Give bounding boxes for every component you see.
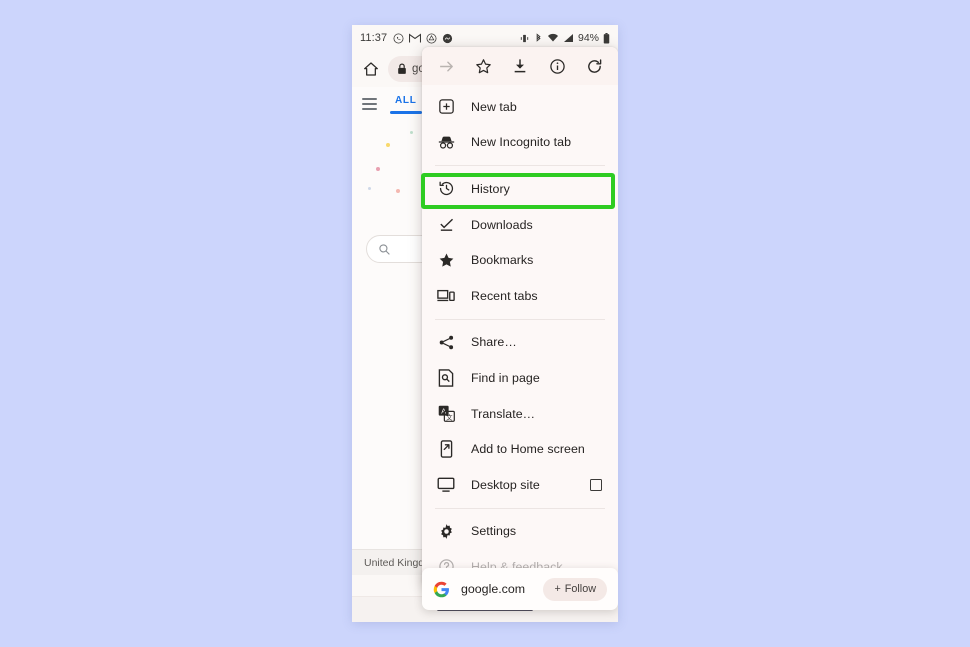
menu-item-label: Find in page: [471, 370, 540, 385]
downloads-check-icon: [435, 214, 457, 236]
status-bar-clock: 11:37: [360, 32, 388, 44]
menu-item-history[interactable]: History: [422, 171, 618, 207]
download-button[interactable]: [508, 54, 532, 78]
translate-icon: A 文: [435, 403, 457, 425]
follow-button[interactable]: + Follow: [543, 577, 607, 601]
bookmark-button[interactable]: [471, 54, 495, 78]
menu-item-share[interactable]: Share…: [422, 325, 618, 361]
incognito-icon: [435, 131, 457, 153]
battery-icon: [603, 32, 610, 43]
doodle-dot: [410, 131, 413, 134]
page-info-button[interactable]: [545, 54, 569, 78]
recent-tabs-icon: [435, 285, 457, 307]
settings-gear-icon: [435, 520, 457, 542]
status-bar-system-icons: 94%: [519, 32, 610, 44]
menu-item-label: Desktop site: [471, 477, 540, 492]
doodle-dot: [396, 189, 400, 193]
desktop-site-icon: [435, 474, 457, 496]
wifi-icon: [547, 33, 558, 42]
menu-item-label: New Incognito tab: [471, 135, 572, 150]
menu-item-label: New tab: [471, 99, 517, 114]
new-tab-icon: [435, 96, 457, 118]
home-icon: [364, 62, 378, 76]
home-button[interactable]: [358, 56, 384, 82]
hamburger-icon[interactable]: [362, 98, 377, 110]
desktop-site-checkbox[interactable]: [590, 478, 602, 491]
site-domain: google.com: [461, 582, 526, 596]
menu-item-bookmarks[interactable]: Bookmarks: [422, 242, 618, 278]
add-to-home-icon: [435, 438, 457, 460]
menu-item-new-tab[interactable]: New tab: [422, 89, 618, 125]
menu-item-label: Translate…: [471, 406, 536, 421]
page-info-icon: [549, 58, 565, 74]
gmail-icon: [409, 33, 422, 43]
menu-item-label: Add to Home screen: [471, 442, 585, 457]
menu-divider: [435, 318, 605, 320]
find-in-page-icon: [435, 367, 457, 389]
doodle-dot: [376, 167, 380, 171]
reload-icon: [587, 58, 601, 73]
bookmark-star-icon: [475, 58, 491, 73]
bluetooth-icon: [536, 32, 541, 42]
menu-item-label: Settings: [471, 524, 517, 539]
status-bar-notification-icons: [393, 33, 453, 44]
menu-item-desktop-site[interactable]: Desktop site: [422, 467, 618, 503]
menu-item-downloads[interactable]: Downloads: [422, 207, 618, 243]
tab-all[interactable]: ALL: [390, 95, 422, 114]
menu-item-label: Share…: [471, 335, 517, 350]
drive-icon: [426, 33, 437, 43]
forward-button[interactable]: [434, 54, 458, 78]
star-filled-icon: [435, 249, 457, 271]
doodle-dot: [368, 187, 371, 190]
forward-icon: [439, 61, 453, 71]
browser-overflow-menu: New tab New Incognito tab History Downlo…: [422, 47, 618, 587]
menu-item-label: Recent tabs: [471, 288, 538, 303]
menu-item-label: Bookmarks: [471, 253, 534, 268]
history-icon: [435, 178, 457, 200]
menu-quick-actions-row: [422, 47, 618, 85]
menu-item-settings[interactable]: Settings: [422, 514, 618, 550]
search-icon: [379, 243, 390, 255]
doodle-dot: [386, 143, 390, 147]
vibrate-icon: [520, 34, 529, 42]
whatsapp-icon: [393, 33, 404, 43]
menu-divider: [435, 507, 605, 509]
svg-text:文: 文: [446, 413, 453, 422]
reload-button[interactable]: [582, 54, 606, 78]
menu-item-list: New tab New Incognito tab History Downlo…: [422, 85, 618, 585]
download-icon: [514, 59, 526, 73]
cellular-signal-icon: [563, 34, 573, 42]
menu-item-recent-tabs[interactable]: Recent tabs: [422, 278, 618, 314]
menu-site-footer: google.com + Follow: [422, 568, 618, 610]
menu-item-translate[interactable]: A 文 Translate…: [422, 396, 618, 432]
share-icon: [435, 331, 457, 353]
menu-item-new-incognito-tab[interactable]: New Incognito tab: [422, 125, 618, 161]
plus-icon: +: [554, 582, 561, 595]
menu-item-label: History: [471, 181, 510, 196]
messenger-icon: [443, 33, 453, 43]
menu-item-add-to-home-screen[interactable]: Add to Home screen: [422, 431, 618, 467]
lock-icon: [398, 63, 406, 74]
menu-divider: [435, 165, 605, 167]
phone-screen: 11:37 94% go ALL United Kingdom New tab …: [352, 25, 618, 622]
battery-percentage: 94%: [577, 32, 599, 44]
google-g-logo: [433, 581, 449, 597]
menu-item-find-in-page[interactable]: Find in page: [422, 360, 618, 396]
follow-label: Follow: [564, 583, 596, 595]
menu-item-label: Downloads: [471, 217, 533, 232]
